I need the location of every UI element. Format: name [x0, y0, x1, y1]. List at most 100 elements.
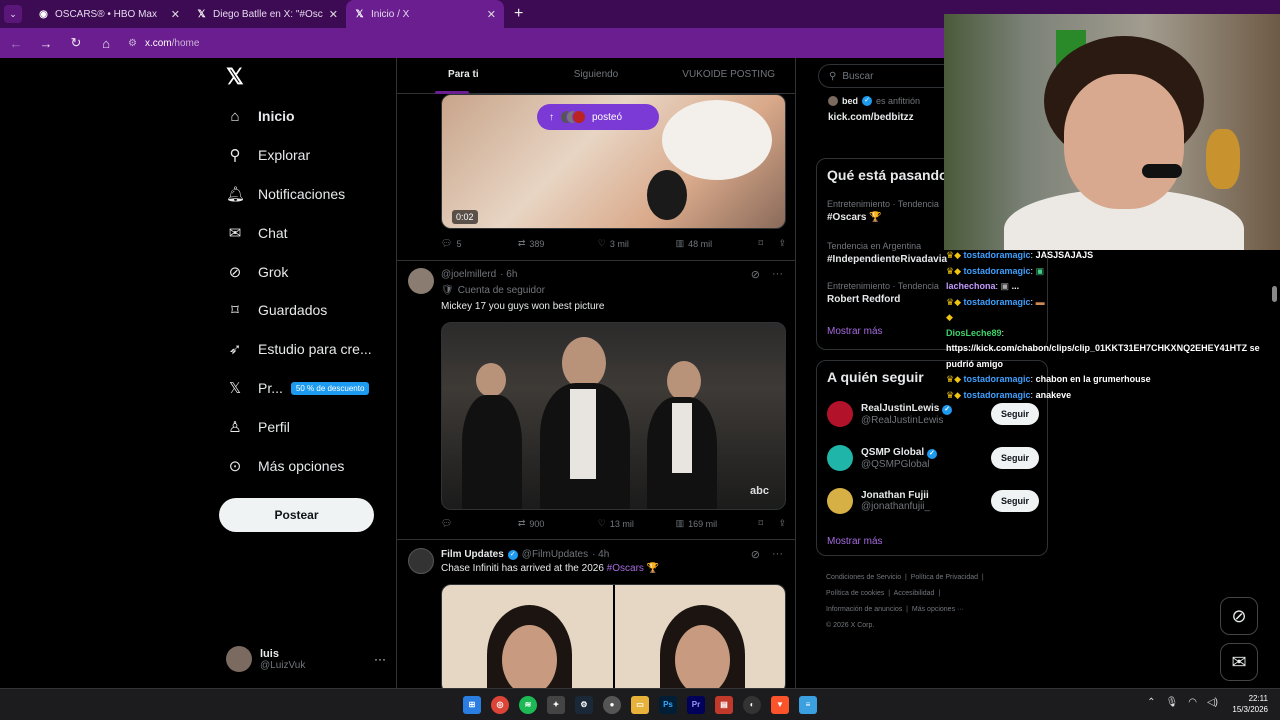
follow-suggestion[interactable]: QSMP Global ✓ @QSMPGlobal Seguir — [827, 445, 1039, 471]
nav-item-explorar[interactable]: ⚲ Explorar — [226, 144, 311, 166]
browser-tab-diego[interactable]: 𝕏 Diego Batlle en X: "#Oscars2026 ... ✕ — [188, 0, 346, 28]
footer-link[interactable]: Condiciones de Servicio — [826, 574, 901, 581]
messages-floating-button[interactable]: ✉ — [1220, 643, 1258, 681]
nav-item-perfil[interactable]: ♙ Perfil — [226, 416, 290, 438]
new-tab-icon[interactable]: + — [514, 5, 523, 23]
brave-icon[interactable]: ▼ — [771, 695, 789, 714]
footer-link[interactable]: Accesibilidad — [894, 590, 935, 597]
wifi-icon[interactable]: ◠ — [1188, 697, 1197, 708]
show-more-link[interactable]: Mostrar más — [827, 326, 883, 337]
views-button[interactable]: ▥ 48 mil — [676, 238, 759, 249]
repost-button[interactable]: ⇄ 389 — [518, 238, 598, 249]
nav-item-premium[interactable]: 𝕏 Pr... 50 % de descuento — [226, 377, 370, 399]
x-logo-icon[interactable]: 𝕏 — [226, 64, 244, 90]
footer-link[interactable]: Política de Privacidad — [911, 574, 978, 581]
avatar[interactable] — [408, 548, 434, 574]
new-posts-pill[interactable]: ↑ posteó — [537, 104, 659, 130]
account-switcher[interactable]: luis @LuizVuk ··· — [226, 642, 386, 676]
browser-tab-oscars[interactable]: ◉ OSCARS® • HBO Max ✕ — [30, 0, 188, 28]
nav-item-mas-opciones[interactable]: ⊙ Más opciones — [226, 455, 345, 477]
site-info-icon[interactable]: ⚙ — [128, 38, 137, 49]
more-icon[interactable]: ··· — [772, 268, 783, 281]
grok-floating-button[interactable]: ⊘ — [1220, 597, 1258, 635]
footer-link[interactable]: Política de cookies — [826, 590, 884, 597]
close-tab-icon[interactable]: ✕ — [487, 8, 496, 21]
repost-button[interactable]: ⇄ 900 — [518, 518, 598, 529]
tab-siguiendo[interactable]: Siguiendo — [530, 58, 663, 93]
more-icon[interactable]: ··· — [772, 548, 783, 561]
host-link[interactable]: kick.com/bedbitzz — [828, 112, 920, 123]
live-host[interactable]: bed ✓ es anfitrión kick.com/bedbitzz — [828, 96, 920, 123]
grok-icon[interactable]: ⊘ — [751, 548, 760, 561]
avatar[interactable] — [408, 268, 434, 294]
share-button[interactable]: ⇪ — [778, 238, 786, 249]
post-time[interactable]: · 6h — [500, 269, 517, 280]
share-button[interactable]: ⇪ — [778, 518, 786, 529]
trend-item[interactable]: Entretenimiento · Tendencia #Oscars 🏆 — [827, 199, 939, 223]
clock[interactable]: 22:11 15/3/2026 — [1232, 693, 1268, 715]
bookmark-button[interactable]: ⌑ — [758, 518, 778, 529]
back-icon[interactable]: ← — [8, 36, 24, 51]
nav-item-estudio[interactable]: ➶ Estudio para cre... — [226, 338, 372, 360]
app-icon[interactable]: ◐ — [743, 695, 761, 714]
grok-icon[interactable]: ⊘ — [751, 268, 760, 281]
follow-button[interactable]: Seguir — [990, 447, 1039, 469]
photoshop-icon[interactable]: Ps — [659, 695, 677, 714]
microphone-icon[interactable]: 🎙︎ — [1166, 697, 1179, 708]
follow-button[interactable]: Seguir — [990, 403, 1039, 425]
notepad-icon[interactable]: ≡ — [799, 695, 817, 714]
reply-button[interactable]: 💬︎ — [441, 518, 518, 529]
show-more-link[interactable]: Mostrar más — [827, 536, 883, 547]
post-image[interactable]: abc — [441, 322, 786, 510]
trend-item[interactable]: Entretenimiento · Tendencia Robert Redfo… — [827, 281, 939, 305]
post-author[interactable]: Film Updates — [441, 549, 504, 560]
nav-item-guardados[interactable]: ⌑ Guardados — [226, 299, 327, 321]
nav-item-grok[interactable]: ⊘ Grok — [226, 261, 289, 283]
chrome-icon[interactable]: ◎ — [491, 695, 509, 714]
app-icon[interactable]: ▤ — [715, 695, 733, 714]
follow-suggestion[interactable]: Jonathan Fujii @jonathanfujii_ Seguir — [827, 488, 1039, 514]
windows-start-icon[interactable]: ⊞ — [463, 695, 481, 714]
page-scrollbar[interactable] — [1272, 286, 1277, 302]
reload-icon[interactable]: ↻ — [68, 35, 84, 51]
footer-link[interactable]: Más opciones ··· — [912, 606, 964, 613]
hashtag-link[interactable]: #Oscars — [607, 563, 644, 574]
close-tab-icon[interactable]: ✕ — [171, 8, 180, 21]
volume-icon[interactable]: ◁) — [1207, 697, 1218, 708]
home-browser-icon[interactable]: ⌂ — [98, 36, 114, 51]
footer-link[interactable]: Información de anuncios — [826, 606, 902, 613]
post-handle[interactable]: @joelmillerd — [441, 269, 496, 280]
post-button[interactable]: Postear — [219, 498, 374, 532]
tab-favicon: ◉ — [39, 8, 48, 20]
steam-icon[interactable]: ⚙ — [575, 695, 593, 714]
premiere-icon[interactable]: Pr — [687, 695, 705, 714]
spotify-icon[interactable]: ≋ — [519, 695, 537, 714]
tab-para-ti[interactable]: Para ti — [397, 58, 530, 94]
post-time[interactable]: · 4h — [592, 549, 609, 560]
views-button[interactable]: ▥ 169 mil — [676, 518, 759, 529]
post-image[interactable] — [441, 584, 786, 688]
follow-button[interactable]: Seguir — [990, 490, 1039, 512]
reply-button[interactable]: 💬︎ 5 — [441, 238, 518, 249]
trend-item[interactable]: Tendencia en Argentina #IndependienteRiv… — [827, 241, 947, 265]
app-icon[interactable]: ✦ — [547, 695, 565, 714]
nav-item-inicio[interactable]: ⌂ Inicio — [226, 105, 294, 127]
browser-tab-inicio[interactable]: 𝕏 Inicio / X ✕ — [346, 0, 504, 28]
nav-item-notificaciones[interactable]: 🔔︎ Notificaciones — [226, 183, 345, 205]
bookmark-button[interactable]: ⌑ — [758, 238, 778, 249]
tab-vukoide-posting[interactable]: VUKOIDE POSTING — [662, 58, 795, 93]
folder-icon[interactable]: ▭ — [631, 695, 649, 714]
like-button[interactable]: ♡ 3 mil — [598, 238, 676, 249]
gift-badge-icon: ◆ — [946, 312, 953, 322]
forward-icon[interactable]: → — [38, 36, 54, 51]
post-handle[interactable]: @FilmUpdates — [522, 549, 588, 560]
nav-item-chat[interactable]: ✉ Chat — [226, 222, 288, 244]
close-tab-icon[interactable]: ✕ — [329, 8, 338, 21]
obs-icon[interactable]: ● — [603, 695, 621, 714]
like-button[interactable]: ♡ 13 mil — [598, 518, 676, 529]
chevron-up-icon[interactable]: ⌃ — [1147, 697, 1155, 708]
url-field[interactable]: ⚙ x.com/home — [128, 38, 199, 49]
tab-search-icon[interactable]: ⌄ — [4, 5, 22, 23]
follow-suggestion[interactable]: RealJustinLewis ✓ @RealJustinLewis Segui… — [827, 401, 1039, 427]
more-icon[interactable]: ··· — [374, 652, 386, 666]
